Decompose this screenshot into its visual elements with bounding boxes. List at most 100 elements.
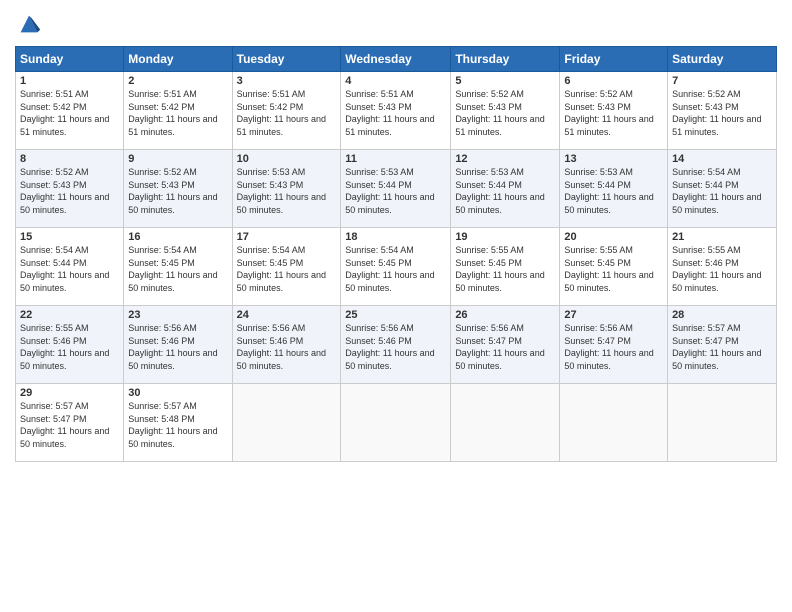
day-number: 15 bbox=[20, 231, 119, 243]
day-number: 14 bbox=[672, 153, 772, 165]
day-info: Sunrise: 5:53 AMSunset: 5:44 PMDaylight:… bbox=[455, 167, 544, 215]
day-number: 17 bbox=[237, 231, 337, 243]
day-info: Sunrise: 5:51 AMSunset: 5:43 PMDaylight:… bbox=[345, 89, 434, 137]
calendar-cell: 19 Sunrise: 5:55 AMSunset: 5:45 PMDayligh… bbox=[451, 228, 560, 306]
day-info: Sunrise: 5:54 AMSunset: 5:44 PMDaylight:… bbox=[672, 167, 761, 215]
calendar-cell: 17 Sunrise: 5:54 AMSunset: 5:45 PMDayligh… bbox=[232, 228, 341, 306]
day-number: 18 bbox=[345, 231, 446, 243]
day-number: 10 bbox=[237, 153, 337, 165]
calendar-header-row: SundayMondayTuesdayWednesdayThursdayFrid… bbox=[16, 47, 777, 72]
calendar-week-3: 15 Sunrise: 5:54 AMSunset: 5:44 PMDayligh… bbox=[16, 228, 777, 306]
calendar-cell: 8 Sunrise: 5:52 AMSunset: 5:43 PMDaylight… bbox=[16, 150, 124, 228]
calendar-cell: 4 Sunrise: 5:51 AMSunset: 5:43 PMDaylight… bbox=[341, 72, 451, 150]
day-info: Sunrise: 5:57 AMSunset: 5:48 PMDaylight:… bbox=[128, 401, 217, 449]
calendar-cell bbox=[560, 384, 668, 462]
day-info: Sunrise: 5:56 AMSunset: 5:46 PMDaylight:… bbox=[128, 323, 217, 371]
calendar-cell bbox=[451, 384, 560, 462]
calendar-cell: 22 Sunrise: 5:55 AMSunset: 5:46 PMDayligh… bbox=[16, 306, 124, 384]
day-number: 16 bbox=[128, 231, 227, 243]
calendar-cell bbox=[341, 384, 451, 462]
calendar-cell: 18 Sunrise: 5:54 AMSunset: 5:45 PMDayligh… bbox=[341, 228, 451, 306]
calendar-header-tuesday: Tuesday bbox=[232, 47, 341, 72]
day-number: 25 bbox=[345, 309, 446, 321]
day-number: 1 bbox=[20, 75, 119, 87]
day-info: Sunrise: 5:56 AMSunset: 5:47 PMDaylight:… bbox=[564, 323, 653, 371]
day-info: Sunrise: 5:55 AMSunset: 5:46 PMDaylight:… bbox=[20, 323, 109, 371]
calendar-cell: 29Sunrise: 5:57 AMSunset: 5:47 PMDayligh… bbox=[16, 384, 124, 462]
day-number: 26 bbox=[455, 309, 555, 321]
day-info: Sunrise: 5:54 AMSunset: 5:44 PMDaylight:… bbox=[20, 245, 109, 293]
calendar-header-thursday: Thursday bbox=[451, 47, 560, 72]
calendar-week-2: 8 Sunrise: 5:52 AMSunset: 5:43 PMDaylight… bbox=[16, 150, 777, 228]
day-number: 11 bbox=[345, 153, 446, 165]
logo bbox=[15, 10, 47, 38]
calendar-cell: 16Sunrise: 5:54 AMSunset: 5:45 PMDayligh… bbox=[124, 228, 232, 306]
calendar-header-monday: Monday bbox=[124, 47, 232, 72]
day-number: 29 bbox=[20, 387, 119, 399]
page: SundayMondayTuesdayWednesdayThursdayFrid… bbox=[0, 0, 792, 612]
day-info: Sunrise: 5:55 AMSunset: 5:46 PMDaylight:… bbox=[672, 245, 761, 293]
day-number: 27 bbox=[564, 309, 663, 321]
day-info: Sunrise: 5:55 AMSunset: 5:45 PMDaylight:… bbox=[455, 245, 544, 293]
calendar-week-4: 22 Sunrise: 5:55 AMSunset: 5:46 PMDayligh… bbox=[16, 306, 777, 384]
calendar-cell: 21 Sunrise: 5:55 AMSunset: 5:46 PMDayligh… bbox=[668, 228, 777, 306]
calendar-cell: 12 Sunrise: 5:53 AMSunset: 5:44 PMDayligh… bbox=[451, 150, 560, 228]
calendar-cell: 25 Sunrise: 5:56 AMSunset: 5:46 PMDayligh… bbox=[341, 306, 451, 384]
calendar-header-sunday: Sunday bbox=[16, 47, 124, 72]
calendar-cell: 28Sunrise: 5:57 AMSunset: 5:47 PMDayligh… bbox=[668, 306, 777, 384]
day-info: Sunrise: 5:54 AMSunset: 5:45 PMDaylight:… bbox=[345, 245, 434, 293]
header bbox=[15, 10, 777, 38]
calendar-header-saturday: Saturday bbox=[668, 47, 777, 72]
day-number: 6 bbox=[564, 75, 663, 87]
day-info: Sunrise: 5:52 AMSunset: 5:43 PMDaylight:… bbox=[128, 167, 217, 215]
calendar-cell: 23Sunrise: 5:56 AMSunset: 5:46 PMDayligh… bbox=[124, 306, 232, 384]
calendar-cell: 30 Sunrise: 5:57 AMSunset: 5:48 PMDayligh… bbox=[124, 384, 232, 462]
calendar-cell: 14 Sunrise: 5:54 AMSunset: 5:44 PMDayligh… bbox=[668, 150, 777, 228]
day-number: 4 bbox=[345, 75, 446, 87]
calendar-cell: 9 Sunrise: 5:52 AMSunset: 5:43 PMDaylight… bbox=[124, 150, 232, 228]
day-info: Sunrise: 5:53 AMSunset: 5:43 PMDaylight:… bbox=[237, 167, 326, 215]
day-info: Sunrise: 5:56 AMSunset: 5:46 PMDaylight:… bbox=[237, 323, 326, 371]
day-number: 2 bbox=[128, 75, 227, 87]
calendar-cell: 15 Sunrise: 5:54 AMSunset: 5:44 PMDayligh… bbox=[16, 228, 124, 306]
day-info: Sunrise: 5:51 AMSunset: 5:42 PMDaylight:… bbox=[237, 89, 326, 137]
day-info: Sunrise: 5:53 AMSunset: 5:44 PMDaylight:… bbox=[564, 167, 653, 215]
day-info: Sunrise: 5:55 AMSunset: 5:45 PMDaylight:… bbox=[564, 245, 653, 293]
day-info: Sunrise: 5:56 AMSunset: 5:46 PMDaylight:… bbox=[345, 323, 434, 371]
day-info: Sunrise: 5:53 AMSunset: 5:44 PMDaylight:… bbox=[345, 167, 434, 215]
day-number: 5 bbox=[455, 75, 555, 87]
day-info: Sunrise: 5:56 AMSunset: 5:47 PMDaylight:… bbox=[455, 323, 544, 371]
day-number: 30 bbox=[128, 387, 227, 399]
calendar-cell: 13Sunrise: 5:53 AMSunset: 5:44 PMDayligh… bbox=[560, 150, 668, 228]
day-number: 9 bbox=[128, 153, 227, 165]
day-number: 8 bbox=[20, 153, 119, 165]
calendar-cell: 6 Sunrise: 5:52 AMSunset: 5:43 PMDaylight… bbox=[560, 72, 668, 150]
calendar-cell: 7 Sunrise: 5:52 AMSunset: 5:43 PMDaylight… bbox=[668, 72, 777, 150]
day-info: Sunrise: 5:52 AMSunset: 5:43 PMDaylight:… bbox=[672, 89, 761, 137]
day-info: Sunrise: 5:54 AMSunset: 5:45 PMDaylight:… bbox=[237, 245, 326, 293]
calendar-cell: 1 Sunrise: 5:51 AMSunset: 5:42 PMDaylight… bbox=[16, 72, 124, 150]
day-number: 12 bbox=[455, 153, 555, 165]
day-number: 7 bbox=[672, 75, 772, 87]
day-info: Sunrise: 5:52 AMSunset: 5:43 PMDaylight:… bbox=[20, 167, 109, 215]
day-number: 21 bbox=[672, 231, 772, 243]
calendar-cell: 26 Sunrise: 5:56 AMSunset: 5:47 PMDayligh… bbox=[451, 306, 560, 384]
calendar-cell: 24 Sunrise: 5:56 AMSunset: 5:46 PMDayligh… bbox=[232, 306, 341, 384]
day-info: Sunrise: 5:52 AMSunset: 5:43 PMDaylight:… bbox=[564, 89, 653, 137]
day-number: 3 bbox=[237, 75, 337, 87]
calendar-cell: 5Sunrise: 5:52 AMSunset: 5:43 PMDaylight… bbox=[451, 72, 560, 150]
calendar-week-5: 29Sunrise: 5:57 AMSunset: 5:47 PMDayligh… bbox=[16, 384, 777, 462]
day-number: 19 bbox=[455, 231, 555, 243]
day-number: 28 bbox=[672, 309, 772, 321]
calendar-week-1: 1 Sunrise: 5:51 AMSunset: 5:42 PMDaylight… bbox=[16, 72, 777, 150]
day-number: 20 bbox=[564, 231, 663, 243]
calendar-header-friday: Friday bbox=[560, 47, 668, 72]
calendar-cell: 27 Sunrise: 5:56 AMSunset: 5:47 PMDayligh… bbox=[560, 306, 668, 384]
calendar-header-wednesday: Wednesday bbox=[341, 47, 451, 72]
calendar-table: SundayMondayTuesdayWednesdayThursdayFrid… bbox=[15, 46, 777, 462]
day-number: 22 bbox=[20, 309, 119, 321]
calendar-cell: 20 Sunrise: 5:55 AMSunset: 5:45 PMDayligh… bbox=[560, 228, 668, 306]
logo-icon bbox=[15, 10, 43, 38]
day-info: Sunrise: 5:51 AMSunset: 5:42 PMDaylight:… bbox=[20, 89, 109, 137]
day-number: 24 bbox=[237, 309, 337, 321]
